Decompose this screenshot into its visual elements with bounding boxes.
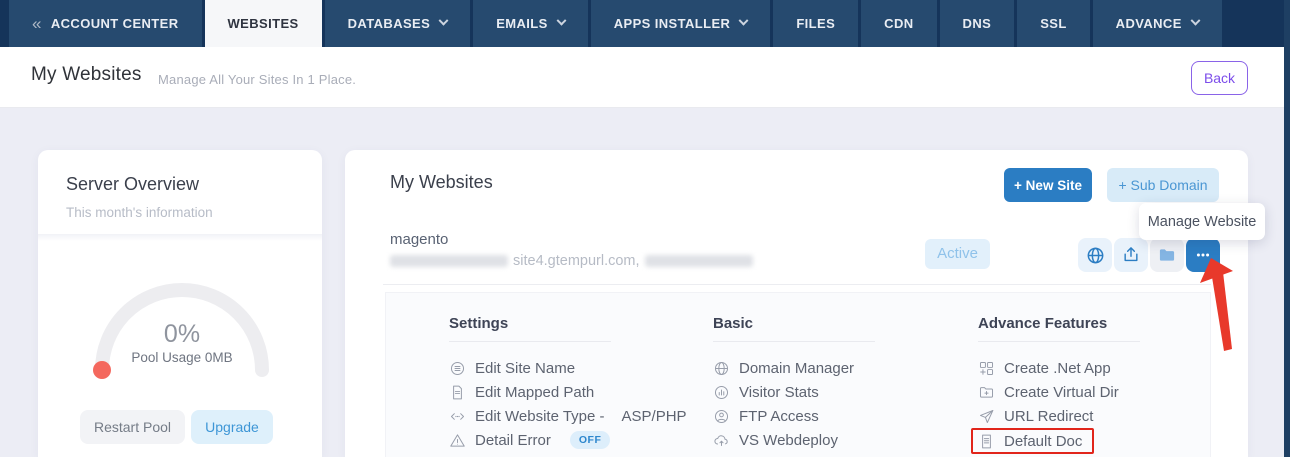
menu-item-default-doc[interactable]: Default Doc <box>971 428 1095 454</box>
chevron-down-icon <box>738 15 749 26</box>
site-publish-button[interactable] <box>1114 238 1148 272</box>
restart-pool-button[interactable]: Restart Pool <box>80 410 185 444</box>
nav-databases[interactable]: DATABASES <box>324 0 471 47</box>
chevron-down-icon <box>556 15 567 26</box>
globe-icon <box>1087 247 1103 263</box>
column-header: Basic <box>713 315 754 332</box>
nav-label: WEBSITES <box>227 16 299 31</box>
site-url: site4.gtempurl.com, <box>390 253 753 269</box>
folder-plus-icon <box>979 386 994 398</box>
menu-column-basic: Basic Domain Manager Visitor Stats FTP A… <box>713 315 875 452</box>
list-circle-icon <box>450 361 465 375</box>
website-type-value: ASP/PHP <box>621 407 687 425</box>
nav-label: SSL <box>1040 16 1067 31</box>
nav-websites[interactable]: WEBSITES <box>204 0 322 47</box>
divider <box>38 234 322 241</box>
nav-label: APPS INSTALLER <box>613 16 731 31</box>
menu-item-url-redirect[interactable]: URL Redirect <box>978 404 1140 428</box>
divider <box>449 341 611 342</box>
divider <box>713 341 875 342</box>
chevron-down-icon <box>1190 15 1201 26</box>
menu-item-vs-webdeploy[interactable]: VS Webdeploy <box>713 428 875 452</box>
nav-advance[interactable]: ADVANCE <box>1092 0 1222 47</box>
page-title: My Websites <box>31 64 142 85</box>
stats-icon <box>714 385 729 399</box>
menu-item-ftp-access[interactable]: FTP Access <box>713 404 875 428</box>
page-header: My Websites Manage All Your Sites In 1 P… <box>0 47 1290 108</box>
menu-item-edit-site-name[interactable]: Edit Site Name <box>449 356 687 380</box>
grid-icon <box>979 361 994 375</box>
server-overview-card: Server Overview This month's information… <box>38 150 322 457</box>
menu-item-create-virtual-dir[interactable]: Create Virtual Dir <box>978 380 1140 404</box>
column-header: Settings <box>449 315 509 332</box>
upgrade-button[interactable]: Upgrade <box>191 410 273 444</box>
pool-usage-percent: 0% <box>163 320 201 348</box>
manage-website-button[interactable] <box>1186 238 1220 272</box>
document-icon <box>453 385 462 399</box>
column-header: Advance Features <box>978 315 1108 332</box>
my-websites-title: My Websites <box>390 172 493 192</box>
warning-icon <box>450 433 465 447</box>
nav-label: FILES <box>796 16 836 31</box>
pool-usage-label: Pool Usage 0MB <box>131 350 233 365</box>
scrollbar[interactable] <box>1284 0 1290 457</box>
sub-domain-button[interactable]: + Sub Domain <box>1107 168 1219 202</box>
user-icon <box>714 409 729 423</box>
menu-item-detail-error[interactable]: Detail Error OFF <box>449 428 687 452</box>
folder-icon <box>1159 249 1175 261</box>
nav-label: DATABASES <box>347 16 431 31</box>
status-badge: Active <box>925 239 990 269</box>
new-site-button[interactable]: + New Site <box>1004 168 1092 202</box>
manage-website-menu: Settings Edit Site Name Edit Mapped Path <box>385 292 1211 457</box>
nav-label: DNS <box>962 16 992 31</box>
nav-files[interactable]: FILES <box>773 0 859 47</box>
nav-label: EMAILS <box>496 16 548 31</box>
globe-icon <box>714 361 729 375</box>
nav-label: ADVANCE <box>1115 16 1182 31</box>
menu-item-create-net-app[interactable]: Create .Net App <box>978 356 1140 380</box>
menu-item-edit-mapped-path[interactable]: Edit Mapped Path <box>449 380 687 404</box>
site-url-text: site4.gtempurl.com, <box>513 253 640 269</box>
doc-icon <box>982 434 991 448</box>
divider <box>978 341 1140 342</box>
nav-emails[interactable]: EMAILS <box>473 0 588 47</box>
nav-label: CDN <box>884 16 914 31</box>
redacted-url-segment <box>390 255 508 267</box>
site-files-button[interactable] <box>1150 238 1184 272</box>
nav-label: ACCOUNT CENTER <box>50 16 179 31</box>
code-icon <box>450 412 465 420</box>
server-overview-subtitle: This month's information <box>66 205 213 220</box>
nav-ssl[interactable]: SSL <box>1017 0 1090 47</box>
site-name: magento <box>390 231 449 248</box>
chevron-down-icon <box>438 15 449 26</box>
menu-item-domain-manager[interactable]: Domain Manager <box>713 356 875 380</box>
menu-item-edit-website-type[interactable]: Edit Website Type - ASP/PHP <box>449 404 687 428</box>
menu-item-visitor-stats[interactable]: Visitor Stats <box>713 380 875 404</box>
app-screen: « ACCOUNT CENTER WEBSITES DATABASES EMAI… <box>0 0 1290 457</box>
top-nav: « ACCOUNT CENTER WEBSITES DATABASES EMAI… <box>0 0 1290 47</box>
redacted-url-segment <box>644 255 753 267</box>
page-subtitle: Manage All Your Sites In 1 Place. <box>158 72 357 87</box>
cloud-upload-icon <box>714 434 728 446</box>
ellipsis-icon <box>1196 253 1210 257</box>
send-icon <box>979 409 994 423</box>
manage-website-tooltip: Manage Website <box>1139 203 1265 240</box>
site-globe-button[interactable] <box>1078 238 1112 272</box>
server-overview-title: Server Overview <box>66 174 200 194</box>
nav-filler <box>1224 0 1290 47</box>
divider <box>383 284 1211 285</box>
back-button[interactable]: Back <box>1191 61 1248 95</box>
my-websites-card: My Websites + New Site + Sub Domain mage… <box>345 150 1248 457</box>
nav-apps-installer[interactable]: APPS INSTALLER <box>590 0 771 47</box>
menu-column-advance-features: Advance Features Create .Net App Create … <box>971 315 1140 454</box>
off-badge: OFF <box>569 431 611 449</box>
menu-column-settings: Settings Edit Site Name Edit Mapped Path <box>449 315 687 452</box>
nav-account-center[interactable]: « ACCOUNT CENTER <box>9 0 202 47</box>
publish-icon <box>1124 247 1138 262</box>
double-chevron-left-icon: « <box>32 13 42 33</box>
nav-dns[interactable]: DNS <box>939 0 1015 47</box>
nav-cdn[interactable]: CDN <box>861 0 937 47</box>
